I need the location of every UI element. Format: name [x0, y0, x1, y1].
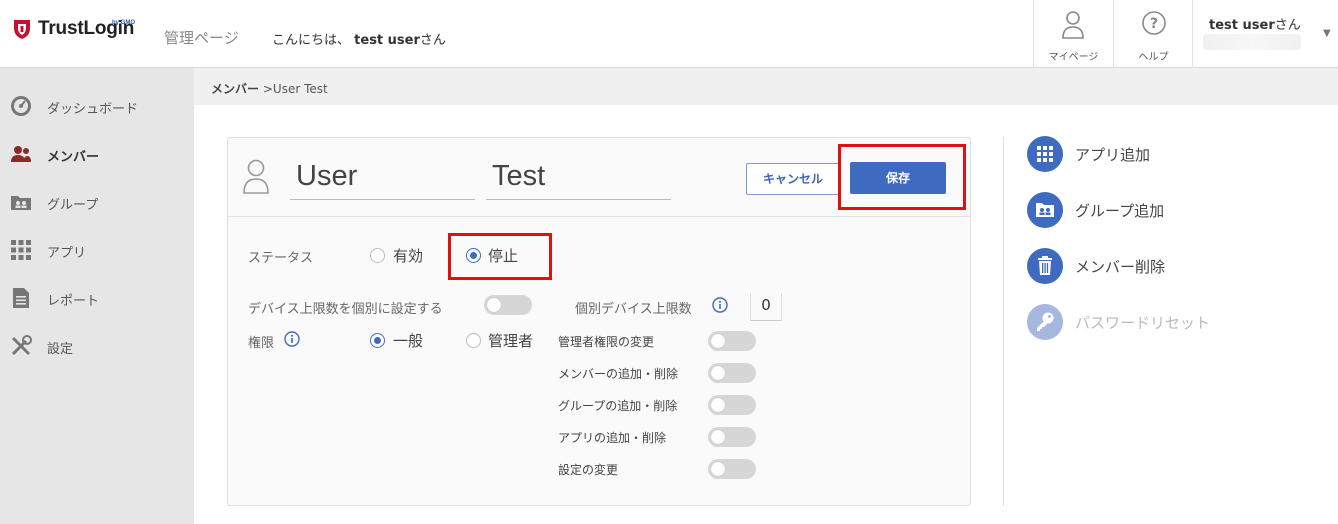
sidebar-item-label: ダッシュボード [47, 102, 139, 117]
sidebar: ダッシュボード メンバー グループ アプリ レポート 設定 [0, 68, 194, 524]
breadcrumb: メンバー >User Test [211, 82, 328, 96]
role-general-radio[interactable] [370, 333, 385, 348]
user-name: test userさん [1209, 18, 1301, 33]
permission-toggle[interactable] [708, 331, 756, 351]
help-label: ヘルプ [1138, 52, 1169, 63]
permission-label: メンバーの追加・削除 [558, 367, 679, 381]
permission-label: 管理者権限の変更 [558, 335, 655, 349]
svg-text:?: ? [1150, 16, 1158, 32]
divider [1003, 137, 1004, 506]
add-group-label: グループ追加 [1075, 202, 1165, 220]
permission-toggle[interactable] [708, 459, 756, 479]
sidebar-item-dashboard[interactable]: ダッシュボード [0, 86, 194, 126]
permission-label: 設定の変更 [558, 463, 619, 477]
breadcrumb-root[interactable]: メンバー [211, 82, 259, 96]
key-icon [1037, 312, 1054, 331]
password-reset-label: パスワードリセット [1075, 314, 1211, 332]
role-admin-radio[interactable] [466, 333, 481, 348]
sidebar-item-label: 設定 [47, 342, 74, 357]
highlight-suspended [448, 233, 552, 280]
grid-icon [1037, 146, 1053, 162]
sidebar-item-reports[interactable]: レポート [0, 278, 194, 318]
settings-icon [11, 335, 32, 356]
top-header: TrustLogin by GMO 管理ページ こんにちは、 test user… [0, 0, 1338, 68]
delete-member-circle [1027, 248, 1063, 284]
user-menu[interactable]: test userさん ▼ [1192, 0, 1338, 68]
permission-toggle[interactable] [708, 427, 756, 447]
greeting: こんにちは、 test userさん [272, 33, 446, 48]
role-admin-label[interactable]: 管理者 [488, 330, 533, 351]
help-button[interactable]: ? ヘルプ [1113, 0, 1193, 68]
info-icon[interactable] [712, 297, 728, 313]
add-group-circle [1027, 192, 1063, 228]
sidebar-item-apps[interactable]: アプリ [0, 230, 194, 270]
question-icon: ? [1142, 11, 1166, 35]
sidebar-item-label: グループ [47, 198, 99, 213]
group-card-icon [1036, 203, 1054, 217]
role-general-label[interactable]: 一般 [393, 330, 423, 351]
last-name-field[interactable]: Test [486, 156, 671, 200]
add-app-label: アプリ追加 [1075, 146, 1151, 164]
device-count-input[interactable]: 0 [750, 293, 782, 321]
mypage-button[interactable]: マイページ [1033, 0, 1113, 68]
members-icon [11, 146, 31, 162]
dashboard-icon [11, 96, 31, 116]
status-label: ステータス [248, 251, 314, 266]
sidebar-item-label: レポート [47, 294, 100, 309]
sidebar-item-settings[interactable]: 設定 [0, 326, 194, 366]
sidebar-item-label: アプリ [47, 246, 87, 261]
group-icon [11, 196, 31, 210]
breadcrumb-bar: メンバー >User Test [194, 68, 1338, 105]
person-icon [1062, 11, 1084, 39]
add-app-circle [1027, 136, 1063, 172]
status-active-label[interactable]: 有効 [393, 245, 423, 266]
user-avatar-icon [243, 159, 269, 194]
device-limit-label: デバイス上限数を個別に設定する [248, 302, 443, 317]
chevron-down-icon[interactable]: ▼ [1323, 28, 1331, 39]
status-active-radio[interactable] [370, 248, 385, 263]
sidebar-item-members[interactable]: メンバー [0, 134, 194, 174]
permission-label: アプリの追加・削除 [558, 431, 667, 445]
highlight-save [838, 144, 966, 210]
sidebar-item-groups[interactable]: グループ [0, 182, 194, 222]
permission-toggle[interactable] [708, 363, 756, 383]
password-reset-circle [1027, 304, 1063, 340]
permission-label: グループの追加・削除 [558, 399, 678, 413]
trash-icon [1038, 256, 1052, 275]
mypage-label: マイページ [1048, 52, 1099, 63]
sidebar-item-label: メンバー [47, 150, 100, 165]
permission-toggle[interactable] [708, 395, 756, 415]
device-limit-toggle[interactable] [484, 295, 532, 315]
shield-logo-icon [14, 20, 30, 39]
report-icon [13, 288, 29, 308]
admin-page-label: 管理ページ [164, 29, 239, 47]
role-label: 権限 [248, 336, 275, 351]
apps-icon [11, 240, 31, 260]
info-icon[interactable] [284, 331, 300, 347]
breadcrumb-current: User Test [272, 82, 328, 96]
cancel-button[interactable]: キャンセル [746, 163, 840, 195]
user-email-blurred [1203, 34, 1301, 50]
logo-gmo: by GMO [112, 20, 136, 26]
delete-member-label: メンバー削除 [1075, 258, 1166, 276]
device-count-label: 個別デバイス上限数 [575, 302, 692, 317]
first-name-field[interactable]: User [290, 156, 475, 200]
